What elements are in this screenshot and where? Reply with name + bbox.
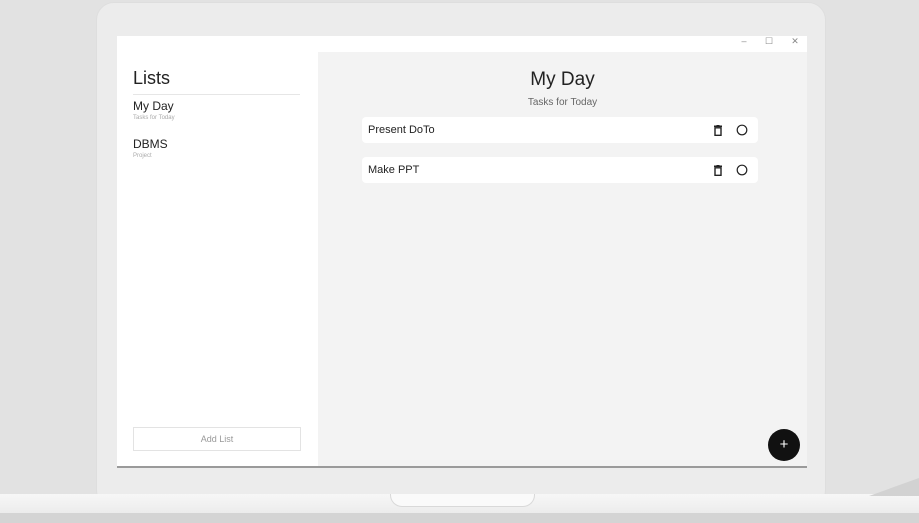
page-subtitle: Tasks for Today [527,97,598,108]
sidebar: Lists My Day Tasks for Today DBMS Projec… [117,36,318,468]
task-text: Present DoTo [368,124,435,136]
complete-circle-icon[interactable] [736,124,748,136]
task-item[interactable]: Present DoTo [362,117,758,143]
window-bottom-border [117,466,807,468]
list-item-subtitle: Tasks for Today [133,115,175,121]
minimize-button[interactable]: – [737,36,751,46]
complete-circle-icon[interactable] [736,164,748,176]
task-item[interactable]: Make PPT [362,157,758,183]
trash-icon[interactable] [713,125,723,136]
page-title: My Day [530,69,595,90]
trash-icon[interactable] [713,165,723,176]
task-text: Make PPT [368,164,420,176]
laptop-base-corner [869,478,919,496]
add-task-button[interactable]: + [768,429,800,461]
list-item-name: DBMS [133,137,168,151]
add-list-button[interactable]: Add List [133,427,301,451]
sidebar-item-my-day[interactable]: My Day Tasks for Today [133,99,175,121]
maximize-button[interactable]: ☐ [762,36,776,47]
laptop-notch [390,494,535,507]
list-item-name: My Day [133,99,174,113]
sidebar-title: Lists [133,68,171,88]
app-window: Lists My Day Tasks for Today DBMS Projec… [117,36,807,468]
main-panel: My Day Tasks for Today Present DoTo Make… [318,52,807,466]
laptop-base-edge [0,513,919,523]
close-button[interactable]: ✕ [788,36,802,47]
sidebar-item-dbms[interactable]: DBMS Project [133,137,168,159]
sidebar-divider [133,94,300,95]
list-item-subtitle: Project [133,153,152,159]
